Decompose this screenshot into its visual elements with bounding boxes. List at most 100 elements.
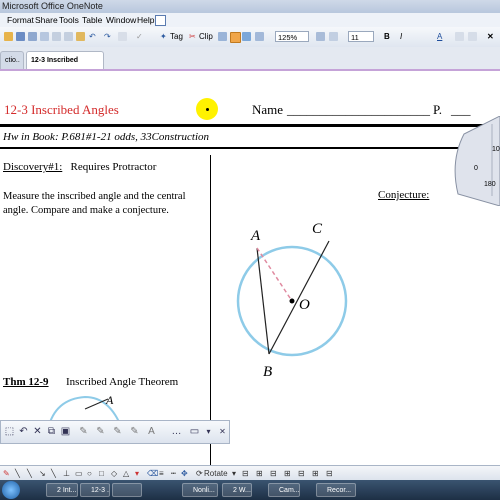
screen-clip-icon[interactable] xyxy=(218,32,227,41)
draw-square-icon[interactable]: □ xyxy=(99,468,104,479)
text-tool-icon[interactable]: A xyxy=(146,426,157,438)
draw-dash-icon[interactable]: ┅ xyxy=(171,468,176,479)
draw-diamond-icon[interactable]: ◇ xyxy=(111,468,117,479)
note-page[interactable]: 12-3 Inscribed Angles Name _____________… xyxy=(0,71,500,465)
taskbar-item-1[interactable]: 2 Int... xyxy=(46,483,78,497)
draw-line3-icon[interactable]: ╲ xyxy=(51,468,56,479)
copy-pen-icon[interactable]: ⧉ xyxy=(46,426,57,438)
image-icon[interactable]: ▣ xyxy=(60,426,71,438)
protractor-label-10: 10 xyxy=(492,146,500,153)
draw-line2-icon[interactable]: ╲ xyxy=(27,468,32,479)
taskbar-item-3[interactable] xyxy=(112,483,142,497)
draw-circle-icon[interactable]: ○ xyxy=(87,468,92,479)
marker-icon-3[interactable]: ✎ xyxy=(112,426,123,438)
fullpage-icon[interactable] xyxy=(316,32,325,41)
label-o: O xyxy=(299,297,310,313)
taskbar-item-2[interactable]: 12-3 ... xyxy=(80,483,110,497)
redo-icon[interactable]: ↷ xyxy=(104,31,111,43)
bold-button[interactable]: B xyxy=(384,31,390,43)
taskbar-item-4[interactable]: Nonli... xyxy=(182,483,218,497)
tool-a-icon[interactable]: ✓ xyxy=(136,31,143,43)
help-icon[interactable] xyxy=(155,15,166,26)
font-size-select[interactable]: 11 xyxy=(348,31,374,42)
font-color-button[interactable]: A xyxy=(437,31,442,43)
menu-table[interactable]: Table xyxy=(82,13,102,27)
copy-icon[interactable] xyxy=(64,32,73,41)
align-icon-5[interactable]: ⊟ xyxy=(298,468,305,479)
draw-eraser-icon[interactable]: ⌫ xyxy=(147,468,158,479)
rotate-icon[interactable]: ⟳ xyxy=(196,468,203,479)
draw-pen-icon[interactable]: ✎ xyxy=(3,468,10,479)
tag-button[interactable]: Tag xyxy=(170,31,183,43)
tab-inscribed-angles[interactable]: 12-3 Inscribed Angles xyxy=(26,51,104,82)
lasso-icon[interactable]: ✕ xyxy=(32,426,43,438)
align-icon-1[interactable]: ⊟ xyxy=(242,468,249,479)
name-blank: ______________________ xyxy=(287,102,430,117)
paste-icon[interactable] xyxy=(76,32,85,41)
draw-axis-icon[interactable]: ⊥ xyxy=(63,468,70,479)
undo-icon[interactable]: ↶ xyxy=(89,31,96,43)
zoom-icon[interactable] xyxy=(255,32,264,41)
align-icon-4[interactable]: ⊞ xyxy=(284,468,291,479)
format-painter-icon[interactable] xyxy=(118,32,127,41)
align-icon-2[interactable]: ⊞ xyxy=(256,468,263,479)
protractor-label-180: 180 xyxy=(484,181,496,188)
align-icon-3[interactable]: ⊟ xyxy=(270,468,277,479)
eraser-icon[interactable] xyxy=(242,32,251,41)
theorem-label: Thm 12-9 xyxy=(3,376,49,388)
undo-pen-icon[interactable]: ↶ xyxy=(18,426,29,438)
toolbar-close-icon[interactable]: ✕ xyxy=(217,426,228,438)
menu-help[interactable]: Help xyxy=(137,13,154,27)
draw-line-style-icon[interactable]: ≡ xyxy=(159,468,164,479)
pen-toolbar: ⬚ ↶ ✕ ⧉ ▣ ✎ ✎ ✎ ✎ A … ▭ ▾ ✕ xyxy=(0,420,230,444)
align-icon-6[interactable]: ⊞ xyxy=(312,468,319,479)
menu-window[interactable]: Window xyxy=(106,13,136,27)
taskbar-item-5[interactable]: 2 W... xyxy=(222,483,252,497)
save-icon[interactable] xyxy=(16,32,25,41)
select-icon[interactable]: ⬚ xyxy=(4,426,15,438)
bullets-icon[interactable] xyxy=(455,32,464,41)
marker-icon-2[interactable]: ✎ xyxy=(95,426,106,438)
print-icon[interactable] xyxy=(28,32,37,41)
italic-button[interactable]: I xyxy=(400,31,402,43)
rotate-button[interactable]: Rotate xyxy=(204,468,228,479)
draw-color-icon[interactable]: ▾ xyxy=(135,468,139,479)
menu-share[interactable]: Share xyxy=(35,13,58,27)
menu-format[interactable]: Format xyxy=(7,13,34,27)
more-icon[interactable]: … xyxy=(171,426,182,438)
tab-section-prev[interactable]: ctio.. xyxy=(0,51,24,69)
name-label: Name xyxy=(252,102,284,117)
draw-line-icon[interactable]: ╲ xyxy=(15,468,20,479)
menu-bar: Format Share Tools Table Window Help xyxy=(0,13,500,27)
preview-icon[interactable] xyxy=(40,32,49,41)
dropdown-icon[interactable]: ▾ xyxy=(203,426,214,438)
close-pane-icon[interactable]: ✕ xyxy=(487,31,494,43)
tag-icon[interactable]: ✦ xyxy=(160,31,167,43)
draw-cursor-icon[interactable]: ✥ xyxy=(181,468,188,479)
taskbar: 2 Int... 12-3 ... Nonli... 2 W... Cam...… xyxy=(0,480,500,500)
draw-triangle-icon[interactable]: △ xyxy=(123,468,129,479)
menu-tools[interactable]: Tools xyxy=(59,13,79,27)
start-button[interactable] xyxy=(2,481,20,499)
marker-icon-1[interactable]: ✎ xyxy=(78,426,89,438)
screen-icon[interactable]: ▭ xyxy=(189,426,200,438)
zoom-select[interactable]: 125% xyxy=(275,31,309,42)
align-icon-7[interactable]: ⊟ xyxy=(326,468,333,479)
taskbar-item-7[interactable]: Recor... xyxy=(316,483,356,497)
rotate-dropdown-icon[interactable]: ▾ xyxy=(232,468,236,479)
label-c: C xyxy=(312,221,323,237)
drawing-toolbar: ✎ ╲ ╲ ↘ ╲ ⊥ ▭ ○ □ ◇ △ ▾ ⌫ ≡ ┅ ✥ ⟳ Rotate… xyxy=(0,465,500,481)
cut-icon[interactable] xyxy=(52,32,61,41)
column-divider xyxy=(210,155,211,465)
open-icon[interactable] xyxy=(4,32,13,41)
highlighter-icon[interactable]: ✎ xyxy=(129,426,140,438)
split-icon[interactable] xyxy=(329,32,338,41)
clip-icon[interactable]: ✂ xyxy=(189,31,196,43)
clip-button[interactable]: Clip xyxy=(199,31,213,43)
taskbar-item-6[interactable]: Cam... xyxy=(268,483,300,497)
pen-icon[interactable] xyxy=(230,32,241,43)
numbering-icon[interactable] xyxy=(468,32,477,41)
draw-rect-icon[interactable]: ▭ xyxy=(75,468,83,479)
draw-arrow-icon[interactable]: ↘ xyxy=(39,468,46,479)
cursor-dot xyxy=(206,108,209,111)
